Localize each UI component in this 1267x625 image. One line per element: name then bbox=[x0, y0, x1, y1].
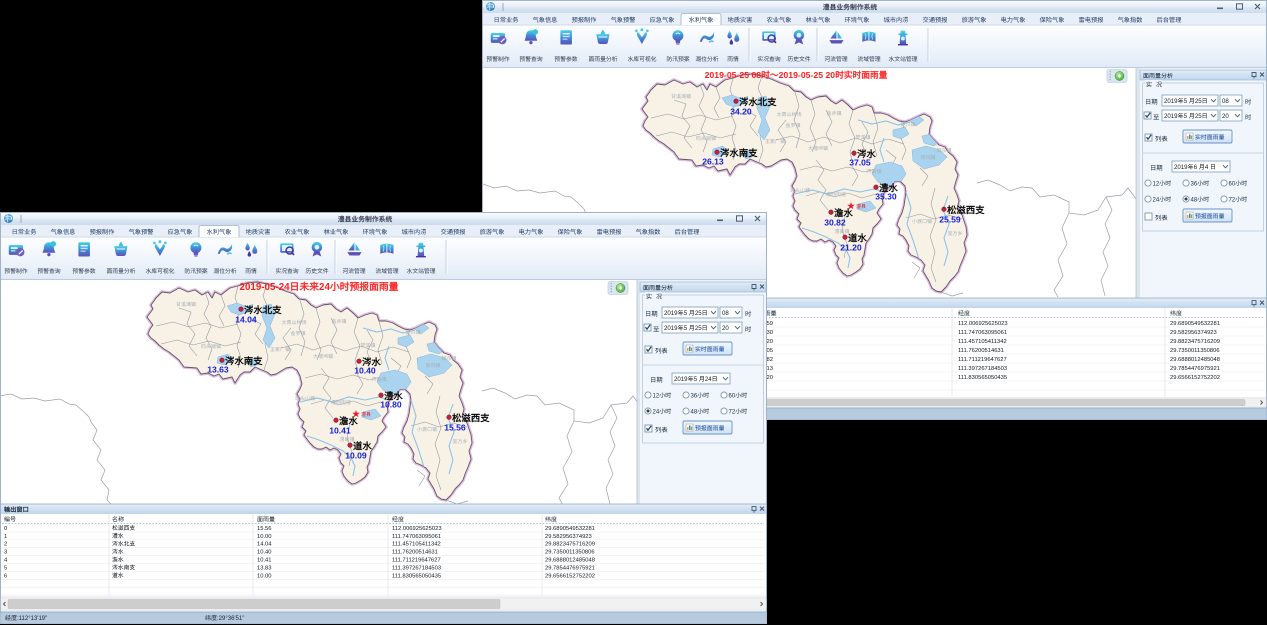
svg-text:29.7854476975921: 29.7854476975921 bbox=[545, 565, 595, 571]
svg-text:111.830565050435: 111.830565050435 bbox=[392, 573, 441, 579]
svg-text:15.56: 15.56 bbox=[444, 423, 466, 433]
svg-text:48: 48 bbox=[1191, 197, 1198, 203]
svg-text:2019: 2019 bbox=[1164, 113, 1178, 120]
svg-text:29.6888012485048: 29.6888012485048 bbox=[545, 558, 595, 564]
svg-text::29°36'51": :29°36'51" bbox=[217, 616, 244, 622]
svg-text:08: 08 bbox=[722, 310, 729, 317]
svg-text:2019: 2019 bbox=[664, 325, 678, 332]
svg-text:12: 12 bbox=[653, 393, 660, 399]
svg-text:29.6890549532281: 29.6890549532281 bbox=[1170, 321, 1220, 327]
svg-text:13.63: 13.63 bbox=[207, 365, 229, 375]
svg-text:60: 60 bbox=[1229, 181, 1236, 187]
svg-text:24: 24 bbox=[1153, 197, 1160, 203]
svg-text:111.711219647627: 111.711219647627 bbox=[392, 558, 441, 564]
svg-text:111.457105411342: 111.457105411342 bbox=[958, 339, 1007, 345]
svg-text:2019-05-24: 2019-05-24 bbox=[240, 282, 291, 293]
svg-text:21.20: 21.20 bbox=[840, 243, 862, 253]
svg-text:36: 36 bbox=[691, 393, 698, 399]
svg-text:112.006925625023: 112.006925625023 bbox=[392, 526, 442, 532]
svg-text:29.582956374923: 29.582956374923 bbox=[545, 534, 592, 540]
svg-text:10.00: 10.00 bbox=[257, 573, 272, 579]
svg-text:10.09: 10.09 bbox=[345, 451, 367, 461]
svg-text:2019: 2019 bbox=[674, 376, 688, 383]
svg-text:37.05: 37.05 bbox=[849, 158, 871, 168]
svg-text:29.582956374923: 29.582956374923 bbox=[1170, 330, 1217, 336]
svg-text:36: 36 bbox=[1191, 181, 1198, 187]
svg-text:25.59: 25.59 bbox=[939, 215, 961, 225]
svg-text:35.30: 35.30 bbox=[875, 192, 897, 202]
svg-text:1: 1 bbox=[4, 534, 7, 540]
svg-text:30.82: 30.82 bbox=[824, 218, 846, 228]
svg-text:24: 24 bbox=[653, 409, 660, 415]
svg-text:29.6566152752202: 29.6566152752202 bbox=[545, 573, 595, 579]
svg-text:72: 72 bbox=[729, 409, 736, 415]
svg-text:13.83: 13.83 bbox=[257, 565, 272, 571]
svg-text:111.711219647627: 111.711219647627 bbox=[958, 357, 1007, 363]
svg-text:29.6888012485048: 29.6888012485048 bbox=[1170, 357, 1220, 363]
svg-text:10.40: 10.40 bbox=[354, 366, 376, 376]
svg-text:112.006925625023: 112.006925625023 bbox=[958, 321, 1008, 327]
svg-text:2019: 2019 bbox=[1164, 98, 1178, 105]
svg-text:10.80: 10.80 bbox=[380, 400, 402, 410]
svg-text:26.13: 26.13 bbox=[702, 157, 724, 167]
svg-text:29.6890549532281: 29.6890549532281 bbox=[545, 526, 595, 532]
svg-text:29.8823475716209: 29.8823475716209 bbox=[545, 542, 595, 548]
svg-text:29.7854476975921: 29.7854476975921 bbox=[1170, 366, 1220, 372]
svg-text:60: 60 bbox=[729, 393, 736, 399]
svg-text:25: 25 bbox=[1195, 113, 1202, 120]
svg-text:2019: 2019 bbox=[1174, 164, 1188, 171]
svg-text:29.7350011350806: 29.7350011350806 bbox=[545, 550, 595, 556]
svg-text:14.04: 14.04 bbox=[257, 542, 272, 548]
svg-text:111.397267184503: 111.397267184503 bbox=[958, 366, 1007, 372]
svg-text:10.00: 10.00 bbox=[257, 534, 272, 540]
svg-text:111.457105411342: 111.457105411342 bbox=[392, 542, 441, 548]
svg-text::112°13'19": :112°13'19" bbox=[17, 616, 47, 622]
svg-text:10.41: 10.41 bbox=[329, 426, 351, 436]
svg-text:5: 5 bbox=[4, 565, 7, 571]
svg-text:111.747063095061: 111.747063095061 bbox=[392, 534, 441, 540]
svg-text:2019-05-25 20: 2019-05-25 20 bbox=[779, 70, 836, 80]
svg-text:08: 08 bbox=[1222, 98, 1229, 105]
svg-text:111.830565050435: 111.830565050435 bbox=[958, 375, 1007, 381]
svg-text:10.40: 10.40 bbox=[257, 550, 272, 556]
svg-text:0: 0 bbox=[4, 526, 7, 532]
svg-text:25: 25 bbox=[695, 325, 702, 332]
svg-text:24: 24 bbox=[319, 282, 330, 293]
svg-text:15.56: 15.56 bbox=[257, 526, 272, 532]
svg-text:34.20: 34.20 bbox=[730, 107, 752, 117]
svg-text:6: 6 bbox=[4, 573, 7, 579]
svg-text:20: 20 bbox=[722, 325, 729, 332]
svg-text:111.76200514631: 111.76200514631 bbox=[392, 550, 438, 556]
svg-text:2019-05-25 08: 2019-05-25 08 bbox=[705, 70, 762, 80]
svg-text:25: 25 bbox=[695, 310, 702, 317]
svg-text:25: 25 bbox=[1195, 98, 1202, 105]
svg-text:72: 72 bbox=[1229, 197, 1236, 203]
svg-text:29.8823475716209: 29.8823475716209 bbox=[1170, 339, 1220, 345]
svg-text:14.04: 14.04 bbox=[235, 315, 257, 325]
svg-text:29.6566152752202: 29.6566152752202 bbox=[1170, 375, 1220, 381]
svg-text:111.747063095061: 111.747063095061 bbox=[958, 330, 1007, 336]
svg-text:12: 12 bbox=[1153, 181, 1160, 187]
svg-text:111.397267184503: 111.397267184503 bbox=[392, 565, 441, 571]
svg-text:24: 24 bbox=[705, 376, 712, 383]
svg-text:2019: 2019 bbox=[664, 310, 678, 317]
svg-text:2: 2 bbox=[4, 542, 7, 548]
svg-text:48: 48 bbox=[691, 409, 698, 415]
svg-text:20: 20 bbox=[1222, 113, 1229, 120]
svg-text:10.41: 10.41 bbox=[257, 558, 272, 564]
svg-text:111.76200514631: 111.76200514631 bbox=[958, 348, 1004, 354]
svg-text:3: 3 bbox=[4, 550, 7, 556]
svg-text:29.7350011350806: 29.7350011350806 bbox=[1170, 348, 1220, 354]
